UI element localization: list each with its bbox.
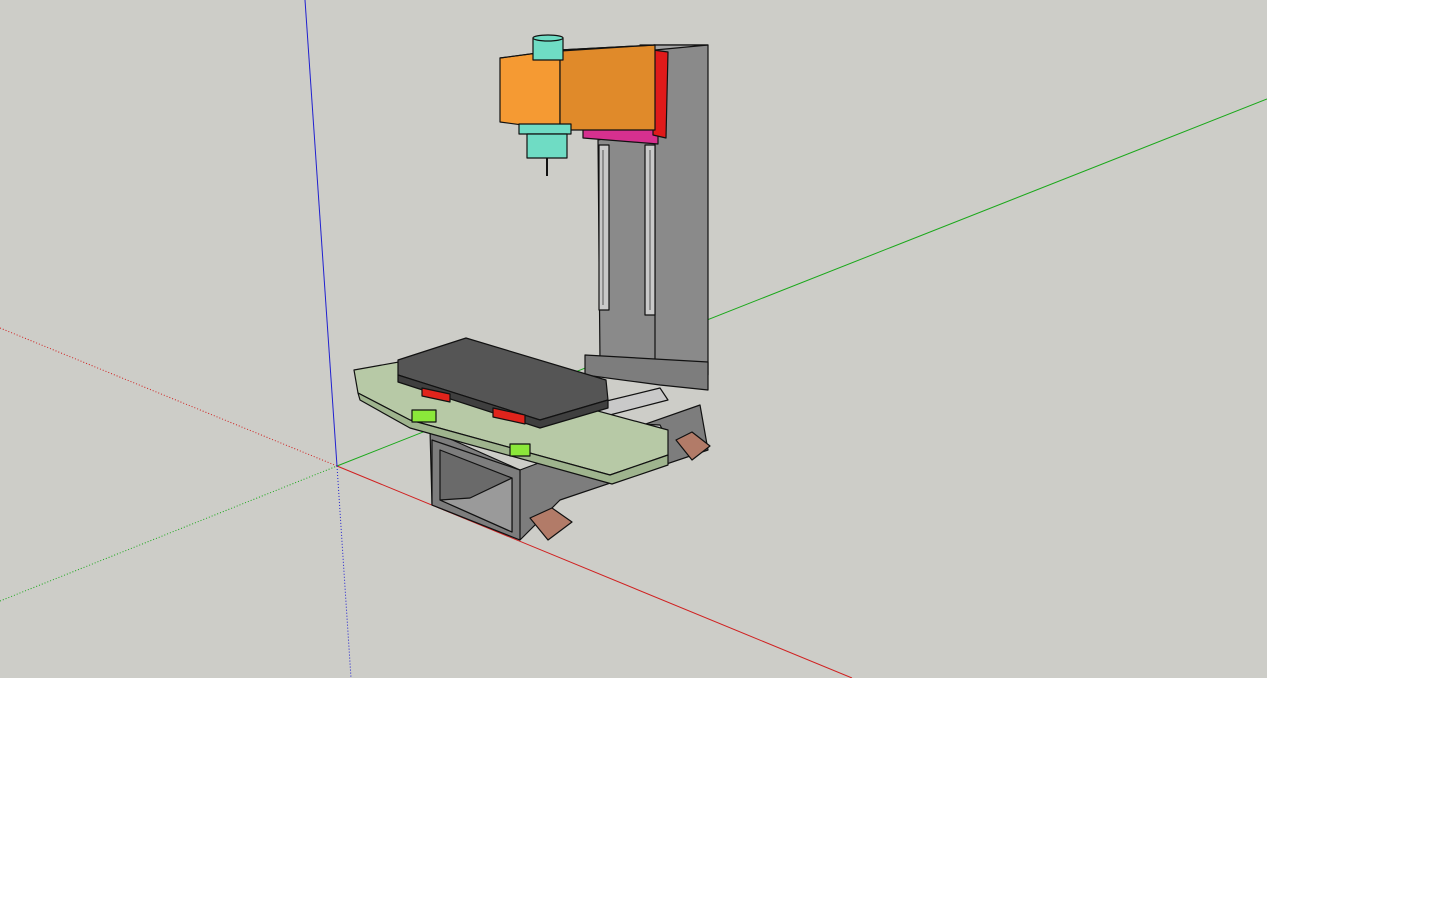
spindle-housing[interactable] [518,123,572,135]
spindle-head-front[interactable] [499,49,561,131]
spindle-head-side [559,44,656,131]
ballscrew-nut-1 [411,409,437,423]
model-viewport[interactable] [0,0,1267,678]
ballscrew-nut-2 [509,443,531,457]
blank-strip-right [1267,0,1440,678]
blank-area-bottom [0,678,1440,900]
scene-canvas[interactable] [0,0,1267,678]
spindle-nose[interactable] [526,133,568,159]
z-rail-left [598,144,610,311]
